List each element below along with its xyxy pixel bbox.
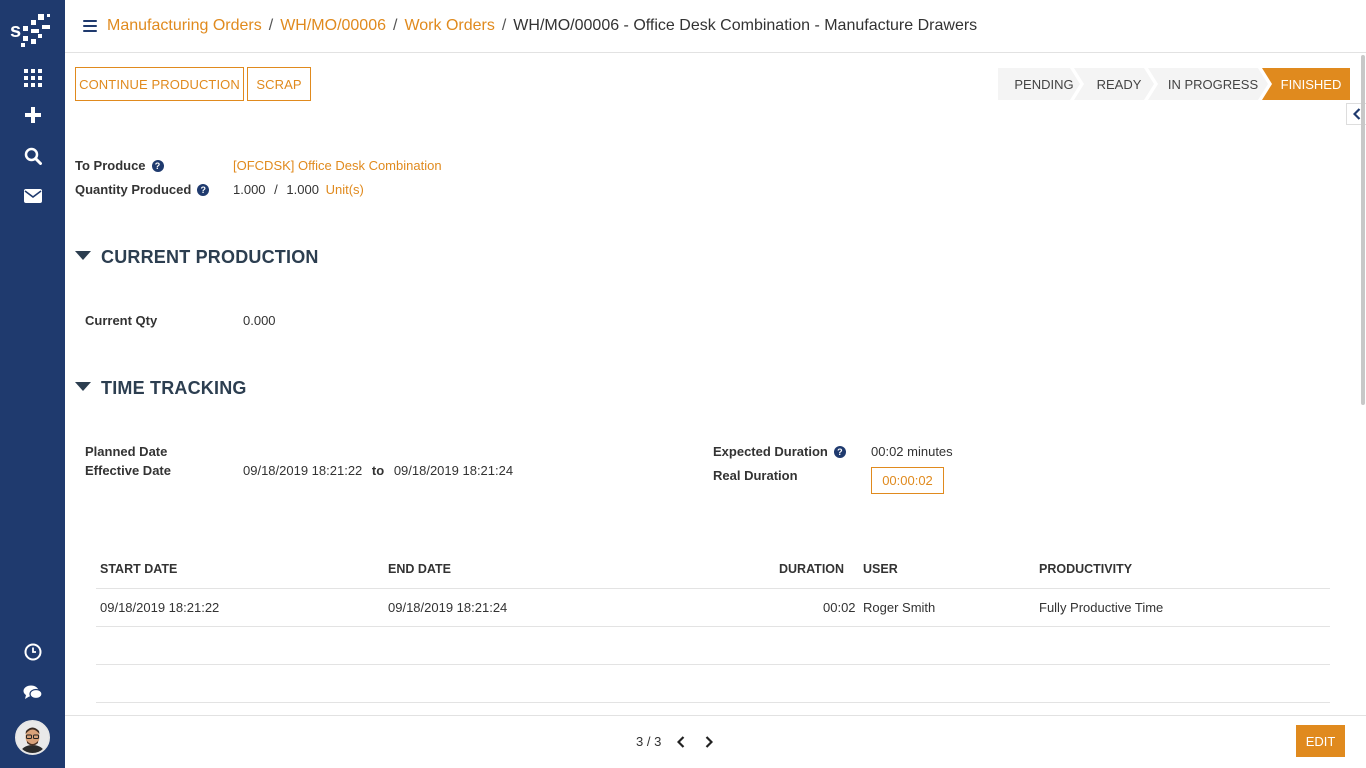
table-divider — [96, 702, 1330, 703]
real-duration-timer: 00:00:02 — [871, 467, 944, 494]
apps-grid-icon[interactable] — [20, 65, 46, 91]
effective-date-to: 09/18/2019 18:21:24 — [393, 463, 514, 478]
quantity-total: 1.000 — [286, 182, 319, 197]
to-produce-value[interactable]: [OFCDSK] Office Desk Combination — [233, 158, 442, 173]
caret-down-icon[interactable] — [75, 251, 91, 260]
table-divider — [96, 588, 1330, 589]
effective-date-from: 09/18/2019 18:21:22 — [243, 463, 363, 478]
row-duration: 00:02 — [823, 600, 856, 615]
expected-duration-label-text: Expected Duration — [713, 444, 828, 459]
row-start-date: 09/18/2019 18:21:22 — [100, 600, 220, 615]
breadcrumb: Manufacturing Orders / WH/MO/00006 / Wor… — [107, 17, 977, 35]
unit-of-measure-link[interactable]: Unit(s) — [326, 182, 364, 197]
effective-date-label: Effective Date — [85, 463, 171, 478]
caret-down-icon[interactable] — [75, 382, 91, 391]
quantity-produced: 1.000 — [233, 182, 266, 197]
breadcrumb-mo-reference[interactable]: WH/MO/00006 — [280, 17, 386, 35]
row-end-date: 09/18/2019 18:21:24 — [388, 600, 508, 615]
previous-record-icon[interactable] — [674, 735, 688, 749]
search-icon[interactable] — [20, 143, 46, 169]
date-range-to: to — [371, 463, 385, 478]
status-stage-finished[interactable]: FINISHED — [1262, 68, 1350, 100]
to-produce-label-text: To Produce — [75, 158, 146, 173]
column-header-user[interactable]: USER — [863, 562, 898, 576]
column-header-start-date[interactable]: START DATE — [100, 562, 177, 576]
column-header-duration[interactable]: DURATION — [779, 562, 844, 576]
breadcrumb-separator: / — [268, 17, 274, 34]
scrollbar-thumb[interactable] — [1361, 55, 1365, 405]
status-stage-in-progress[interactable]: IN PROGRESS — [1148, 68, 1268, 100]
next-record-icon[interactable] — [702, 735, 716, 749]
breadcrumb-work-orders[interactable]: Work Orders — [404, 17, 494, 35]
quantity-produced-label-text: Quantity Produced — [75, 182, 192, 197]
pager-value[interactable]: 3 / 3 — [636, 734, 661, 749]
real-duration-label: Real Duration — [713, 468, 798, 483]
current-qty-label: Current Qty — [85, 313, 158, 328]
planned-date-label: Planned Date — [85, 444, 168, 459]
plus-icon[interactable] — [20, 102, 46, 128]
breadcrumb-separator: / — [501, 17, 507, 34]
current-production-section[interactable]: CURRENT PRODUCTION — [75, 247, 319, 268]
svg-text:s: s — [10, 20, 21, 42]
bottom-bar: 3 / 3 EDIT — [65, 715, 1366, 768]
time-tracking-title: TIME TRACKING — [101, 378, 247, 398]
quantity-separator: / — [274, 182, 278, 197]
scrap-button[interactable]: SCRAP — [247, 67, 311, 101]
edit-button[interactable]: EDIT — [1296, 725, 1345, 757]
user-avatar[interactable] — [15, 720, 50, 755]
column-header-productivity[interactable]: PRODUCTIVITY — [1039, 562, 1132, 576]
top-bar: Manufacturing Orders / WH/MO/00006 / Wor… — [65, 0, 1366, 53]
status-bar: PENDING READY IN PROGRESS FINISHED — [998, 68, 1350, 100]
table-divider — [96, 626, 1330, 627]
row-productivity: Fully Productive Time — [1039, 600, 1164, 615]
to-produce-label: To Produce ? — [75, 158, 164, 173]
time-tracking-section[interactable]: TIME TRACKING — [75, 378, 247, 399]
status-stage-ready[interactable]: READY — [1074, 68, 1154, 100]
quantity-produced-value: 1.000 / 1.000 Unit(s) — [233, 182, 364, 197]
menu-toggle-icon[interactable] — [83, 20, 97, 32]
mail-icon[interactable] — [20, 183, 46, 209]
help-icon[interactable]: ? — [197, 183, 210, 196]
app-logo[interactable]: s — [9, 10, 57, 50]
row-user: Roger Smith — [863, 600, 936, 615]
status-stage-pending[interactable]: PENDING — [998, 68, 1080, 100]
current-production-title: CURRENT PRODUCTION — [101, 247, 319, 267]
breadcrumb-manufacturing-orders[interactable]: Manufacturing Orders — [107, 17, 262, 35]
help-icon[interactable]: ? — [151, 159, 164, 172]
effective-date-range: 09/18/2019 18:21:22 to 09/18/2019 18:21:… — [243, 463, 513, 478]
breadcrumb-separator: / — [393, 17, 398, 34]
help-icon[interactable]: ? — [833, 445, 846, 458]
expected-duration-value: 00:02 minutes — [871, 444, 953, 459]
table-divider — [96, 664, 1330, 665]
expected-duration-label: Expected Duration ? — [713, 444, 846, 459]
chat-icon[interactable] — [20, 679, 46, 705]
column-header-end-date[interactable]: END DATE — [388, 562, 451, 576]
clock-icon[interactable] — [20, 639, 46, 665]
breadcrumb-current: WH/MO/00006 - Office Desk Combination - … — [513, 17, 978, 34]
quantity-produced-label: Quantity Produced ? — [75, 182, 210, 197]
current-qty-value: 0.000 — [243, 313, 276, 328]
continue-production-button[interactable]: CONTINUE PRODUCTION — [75, 67, 244, 101]
app-sidebar: s — [0, 0, 65, 768]
